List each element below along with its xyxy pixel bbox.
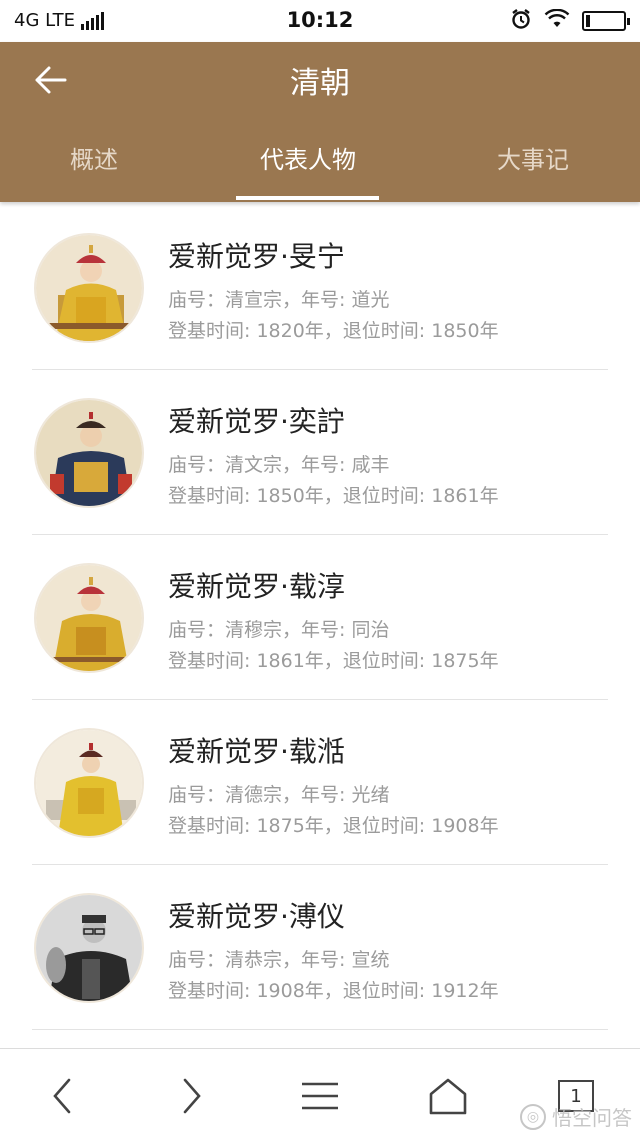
tab-major-events[interactable]: 大事记 [453,140,613,175]
app-header: 清朝 概述 代表人物 大事记 [0,42,640,202]
tab-bar: 概述 代表人物 大事记 [0,134,640,202]
list-item[interactable]: 爱新觉罗·奕詝 庙号：清文宗，年号: 咸丰 登基时间: 1850年，退位时间: … [32,370,608,535]
active-tab-indicator [236,196,379,200]
temple-and-era: 庙号：清文宗，年号: 咸丰 [168,454,390,476]
wifi-icon [544,8,570,33]
list-item[interactable]: 爱新觉罗·载淳 庙号：清穆宗，年号: 同治 登基时间: 1861年，退位时间: … [32,535,608,700]
status-bar: 4G LTE 10:12 [0,0,640,42]
battery-icon [582,11,630,31]
person-name: 爱新觉罗·奕詝 [168,405,345,438]
portrait-avatar [34,893,144,1003]
person-name: 爱新觉罗·载湉 [168,735,345,768]
home-icon [429,1078,467,1115]
status-icons [510,8,630,34]
browser-menu-button[interactable] [290,1071,350,1121]
tab-representative-figures[interactable]: 代表人物 [228,140,388,175]
person-name: 爱新觉罗·旻宁 [168,240,345,273]
temple-and-era: 庙号：清德宗，年号: 光绪 [168,784,390,806]
reign-period: 登基时间: 1850年，退位时间: 1861年 [168,485,499,507]
watermark-text: 悟空问答 [552,1106,632,1130]
browser-home-button[interactable] [418,1071,478,1121]
person-name: 爱新觉罗·载淳 [168,570,345,603]
watermark: ◎ 悟空问答 [520,1102,632,1131]
menu-icon [302,1082,338,1110]
temple-and-era: 庙号：清穆宗，年号: 同治 [168,619,390,641]
portrait-avatar [34,563,144,673]
list-item[interactable]: 爱新觉罗·溥仪 庙号：清恭宗，年号: 宣统 登基时间: 1908年，退位时间: … [32,865,608,1030]
reign-period: 登基时间: 1820年，退位时间: 1850年 [168,320,499,342]
tab-overview[interactable]: 概述 [14,140,174,175]
chevron-right-icon [183,1078,201,1114]
portrait-avatar [34,233,144,343]
wukong-logo-icon: ◎ [520,1103,546,1130]
page-title: 清朝 [290,66,350,101]
browser-back-button[interactable] [32,1071,92,1121]
alarm-icon [510,8,532,34]
list-item[interactable]: 爱新觉罗·载湉 庙号：清德宗，年号: 光绪 登基时间: 1875年，退位时间: … [32,700,608,865]
temple-and-era: 庙号：清宣宗，年号: 道光 [168,289,390,311]
person-name: 爱新觉罗·溥仪 [168,900,345,933]
list-item[interactable]: 爱新觉罗·旻宁 庙号：清宣宗，年号: 道光 登基时间: 1820年，退位时间: … [32,205,608,370]
reign-period: 登基时间: 1875年，退位时间: 1908年 [168,815,499,837]
reign-period: 登基时间: 1861年，退位时间: 1875年 [168,650,499,672]
chevron-left-icon [53,1078,71,1114]
portrait-avatar [34,728,144,838]
portrait-avatar [34,398,144,508]
browser-forward-button[interactable] [162,1071,222,1121]
temple-and-era: 庙号：清恭宗，年号: 宣统 [168,949,390,971]
reign-period: 登基时间: 1908年，退位时间: 1912年 [168,980,499,1002]
